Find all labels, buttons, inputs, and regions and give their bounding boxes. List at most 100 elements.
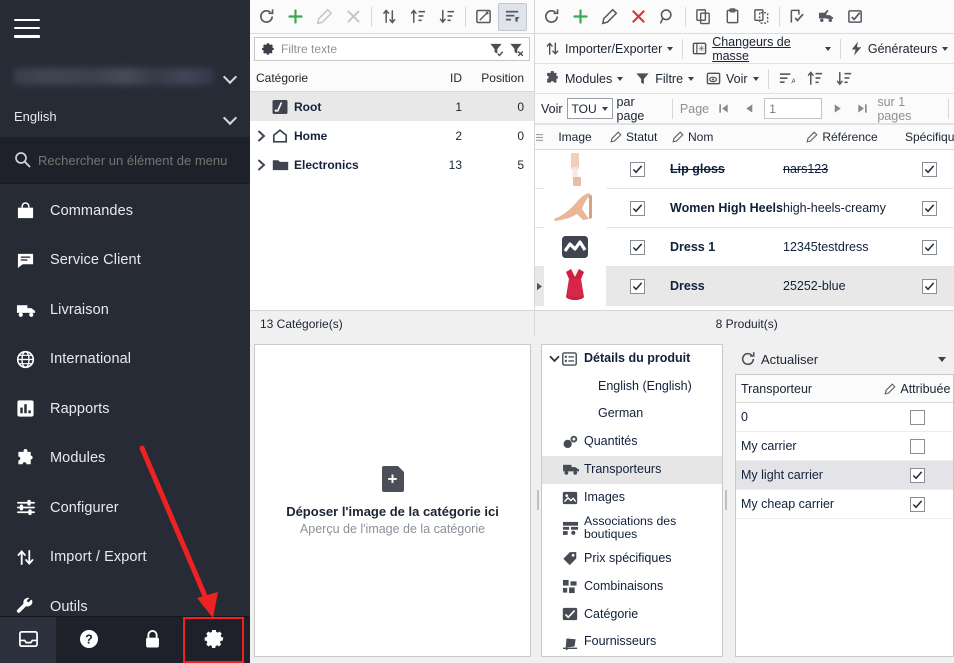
- chevron-down-icon[interactable]: [938, 356, 947, 362]
- assigned-checkbox[interactable]: [909, 438, 925, 454]
- table-row[interactable]: Dress 1 12345testdress: [535, 227, 954, 267]
- sort-updown-icon[interactable]: [375, 3, 404, 31]
- table-row[interactable]: My cheap carrier: [736, 490, 954, 519]
- chevron-down-icon[interactable]: [546, 355, 562, 363]
- specific-checkbox[interactable]: [922, 161, 938, 177]
- page-number-input[interactable]: [764, 98, 823, 119]
- status-checkbox[interactable]: [629, 239, 645, 255]
- column-header-attribuee[interactable]: Attribuée: [881, 375, 953, 402]
- tree-item-combinaisons[interactable]: Combinaisons: [542, 573, 722, 601]
- sidebar-item-configurer[interactable]: Configurer: [0, 483, 250, 533]
- status-checkbox-cell[interactable]: [606, 278, 668, 294]
- search-icon[interactable]: [653, 3, 682, 31]
- tree-item-transporteurs[interactable]: Transporteurs: [542, 455, 722, 484]
- sort-descending-icon[interactable]: [433, 3, 462, 31]
- plus-icon[interactable]: [281, 3, 310, 31]
- status-checkbox[interactable]: [629, 161, 645, 177]
- settings-button[interactable]: [183, 617, 244, 663]
- menu-modules[interactable]: Modules: [539, 66, 629, 91]
- menu-search-row[interactable]: [0, 138, 250, 184]
- column-header-nom[interactable]: Nom: [688, 130, 713, 144]
- list-filter-icon[interactable]: [498, 2, 527, 31]
- sort-descending-icon[interactable]: [830, 65, 859, 93]
- column-header-categorie[interactable]: Catégorie: [250, 65, 420, 91]
- sort-alpha-icon[interactable]: A: [772, 65, 801, 93]
- category-image-dropzone[interactable]: Déposer l'image de la catégorie ici Aper…: [254, 344, 531, 657]
- next-page-icon[interactable]: [826, 98, 848, 120]
- tree-item-images[interactable]: Images: [542, 484, 722, 512]
- sidebar-item-modules[interactable]: Modules: [0, 434, 250, 484]
- assigned-checkbox[interactable]: [909, 467, 925, 483]
- search-input[interactable]: [36, 152, 236, 169]
- table-row[interactable]: Lip gloss nars123: [535, 150, 954, 189]
- assigned-checkbox[interactable]: [909, 496, 925, 512]
- column-header-id[interactable]: ID: [420, 65, 472, 91]
- sidebar-item-outils[interactable]: Outils: [0, 582, 250, 616]
- truck-check-icon[interactable]: [812, 3, 841, 31]
- first-page-icon[interactable]: [713, 98, 735, 120]
- assigned-cell[interactable]: [881, 490, 953, 518]
- sidebar-item-international[interactable]: International: [0, 335, 250, 385]
- specific-checkbox-cell[interactable]: [901, 239, 954, 255]
- status-checkbox[interactable]: [629, 278, 645, 294]
- status-checkbox-cell[interactable]: [606, 200, 668, 216]
- category-filter-bar[interactable]: Filtre texte: [254, 37, 530, 61]
- sidebar-item-service-client[interactable]: Service Client: [0, 236, 250, 286]
- expand-box-icon[interactable]: [469, 3, 498, 31]
- assigned-cell[interactable]: [881, 403, 953, 431]
- table-row[interactable]: Electronics 13 5: [250, 150, 534, 179]
- gear-icon[interactable]: [258, 42, 278, 56]
- sort-ascending-icon[interactable]: [801, 65, 830, 93]
- checklist-icon[interactable]: [841, 3, 870, 31]
- column-header-reference[interactable]: Référence: [822, 130, 877, 144]
- lock-button[interactable]: [122, 617, 183, 663]
- table-row[interactable]: Dress 25252-blue: [535, 266, 954, 306]
- table-row[interactable]: My light carrier: [736, 461, 954, 490]
- specific-checkbox[interactable]: [922, 200, 938, 216]
- tree-item-categorie[interactable]: Catégorie: [542, 601, 722, 629]
- table-row[interactable]: Women High Heels high-heels-creamy: [535, 188, 954, 228]
- shop-selector[interactable]: [0, 56, 250, 96]
- plus-icon[interactable]: [566, 3, 595, 31]
- prev-page-icon[interactable]: [739, 98, 761, 120]
- refresh-icon[interactable]: [735, 351, 761, 367]
- copy-icon[interactable]: [689, 3, 718, 31]
- column-header-statut[interactable]: Statut: [626, 130, 657, 144]
- chevron-right-icon[interactable]: [250, 159, 272, 171]
- refresh-icon[interactable]: [252, 3, 281, 31]
- filter-clear-icon[interactable]: [506, 42, 526, 57]
- menu-import-export[interactable]: Importer/Exporter: [539, 36, 679, 61]
- assigned-cell[interactable]: [881, 461, 954, 489]
- column-header-position[interactable]: Position: [472, 65, 534, 91]
- column-header-transporteur[interactable]: Transporteur: [736, 382, 881, 396]
- refresh-icon[interactable]: [537, 3, 566, 31]
- tree-item-quantites[interactable]: Quantités: [542, 428, 722, 456]
- inbox-button[interactable]: [0, 617, 56, 663]
- column-header-specifique[interactable]: Spécifiqu: [901, 125, 954, 149]
- close-x-icon[interactable]: [339, 3, 368, 31]
- table-row[interactable]: Root 1 0: [250, 92, 534, 121]
- tree-item-associations-boutiques[interactable]: Associations des boutiques: [542, 511, 722, 545]
- table-row[interactable]: 0: [736, 403, 954, 432]
- close-x-icon[interactable]: [624, 3, 653, 31]
- sort-ascending-icon[interactable]: [404, 3, 433, 31]
- chevron-right-icon[interactable]: [250, 130, 272, 142]
- hamburger-icon[interactable]: [14, 18, 40, 38]
- check-flag-icon[interactable]: [783, 3, 812, 31]
- specific-checkbox[interactable]: [922, 239, 938, 255]
- tree-item-fournisseurs[interactable]: Fournisseurs: [542, 628, 722, 656]
- menu-generators[interactable]: Générateurs: [844, 36, 954, 61]
- tree-item-german[interactable]: German: [542, 400, 722, 428]
- status-checkbox[interactable]: [629, 200, 645, 216]
- pencil-icon[interactable]: [310, 3, 339, 31]
- sidebar-item-rapports[interactable]: Rapports: [0, 384, 250, 434]
- specific-checkbox-cell[interactable]: [901, 161, 954, 177]
- sidebar-item-livraison[interactable]: Livraison: [0, 285, 250, 335]
- table-row[interactable]: My carrier: [736, 432, 954, 461]
- duplicate-dashed-icon[interactable]: [747, 3, 776, 31]
- assigned-checkbox[interactable]: [909, 409, 925, 425]
- row-expander[interactable]: [535, 282, 544, 291]
- sidebar-item-import-export[interactable]: Import / Export: [0, 533, 250, 583]
- tree-item-prix-specifiques[interactable]: Prix spécifiques: [542, 545, 722, 573]
- tree-item-english[interactable]: English (English): [542, 373, 722, 401]
